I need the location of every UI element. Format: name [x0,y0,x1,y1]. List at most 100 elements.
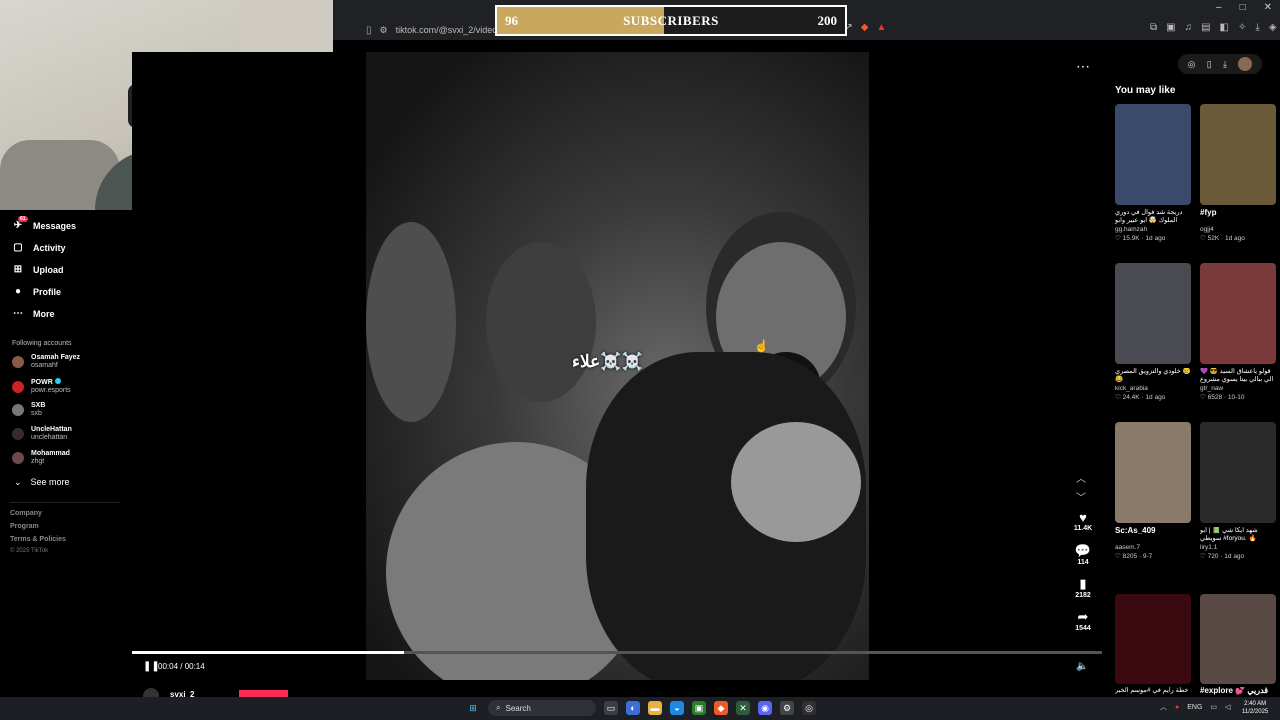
subscriber-target: 200 [817,13,838,28]
card-caption: شهد ايكا شي 📗 | ابو سويطي #foryou. 🔥 [1200,527,1258,542]
media-icon[interactable]: ♫ [1185,22,1193,33]
footer-link-terms[interactable]: Terms & Policies [10,536,66,543]
brave-shield-icon[interactable]: ◆ [861,22,869,33]
bookmark-icon[interactable]: ▯ [366,25,372,36]
account-handle: zhgt [31,458,45,465]
search-label: Search [505,703,531,713]
taskbar-apps: ⊞ ⌕ Search ▭ ◐ ▬ ◒ ▣ ◆ ✕ ◉ ⚙ ◎ [466,700,816,716]
see-more-label: See more [30,477,70,487]
store-icon[interactable]: ▣ [692,701,706,715]
recommendation-card[interactable]: Sc:As_409 aasem.7 ♡ 8205 · 9-7 [1115,422,1191,561]
video-figure-center [486,242,596,402]
tune-icon[interactable]: ⚙ [380,25,388,36]
avatar [12,428,24,440]
recommendation-card[interactable]: خلودي والتزويق المصري 😢 😂 kick_arabia ♡ … [1115,263,1191,402]
search-icon: ⌕ [496,703,501,712]
bookmark-button[interactable]: ▮ 2182 [1068,576,1098,599]
chevron-down-icon[interactable]: ﹀ [1076,489,1086,504]
user-avatar[interactable] [1238,57,1253,71]
taskbar-clock[interactable]: 2:40 AM 11/2/2025 [1242,700,1268,716]
following-account[interactable]: Osamah Fayez osamahf [12,354,80,370]
clock-time: 2:40 AM [1244,701,1267,707]
see-more-button[interactable]: ⌄ See more [14,477,70,488]
download-icon[interactable]: ⤓ [1255,22,1259,33]
compass-icon[interactable]: ◎ [1188,59,1196,70]
recommendation-card[interactable]: #explore 💕 قدريي [1200,594,1276,703]
following-account[interactable]: Mohammad zhgt [12,450,70,466]
vpn-icon[interactable]: ◈ [1269,22,1277,33]
nav-activity[interactable]: ▢ Activity [12,242,65,253]
volume-icon[interactable]: 🔈 [1076,661,1088,672]
comment-count: 114 [1077,559,1089,566]
discord-icon[interactable]: ◉ [758,701,772,715]
recommendation-card[interactable]: شهد ايكا شي 📗 | ابو سويطي #foryou. 🔥 lir… [1200,422,1276,561]
card-age: 1d ago [1224,553,1245,560]
account-name: Mohammad [31,450,70,457]
more-options-icon[interactable]: ⋯ [1076,58,1091,75]
maximize-button[interactable]: □ [1240,2,1246,13]
card-caption: #fyp [1200,209,1217,217]
taskbar-search[interactable]: ⌕ Search [488,700,596,716]
video-progress-bar[interactable] [132,651,1102,654]
card-likes: 52K [1207,235,1220,242]
brave-rewards-icon[interactable]: ▲ [876,22,886,33]
nav-messages[interactable]: ✈ 61 Messages [12,216,76,231]
footer-link-company[interactable]: Company [10,510,42,517]
task-view-icon[interactable]: ▭ [604,701,618,715]
recommendation-card[interactable]: 💜 قولو ياعشاق السيد 😎 الي ببالي بيتا يسو… [1200,263,1276,402]
following-account[interactable]: UncleHattan unclehattan [12,426,72,442]
close-window-button[interactable]: ✕ [1264,2,1272,13]
leo-icon[interactable]: ✧ [1238,22,1246,33]
recommendation-card[interactable]: دريجة شد فوال في دوري الملوك 🤯 ابو عبير … [1115,104,1191,243]
share-button[interactable]: ➦ 1544 [1068,609,1098,632]
settings-icon[interactable]: ⚙ [780,701,794,715]
card-age: 1d ago [1225,235,1245,242]
sidebar-toggle-icon[interactable]: ◧ [1220,22,1229,33]
wallet-icon[interactable]: ▣ [1166,22,1175,33]
chevron-up-icon[interactable]: ︿ [1076,470,1086,485]
bookmark-icon: ▮ [1079,576,1087,591]
edge-icon[interactable]: ◒ [670,701,684,715]
account-name: SXB [31,402,46,409]
following-account[interactable]: POWR powr.esports [12,378,71,395]
minimize-button[interactable]: – [1216,2,1222,13]
recommendation-card[interactable]: خطة رايم في #موسم الخبر [1115,594,1191,703]
nav-profile[interactable]: ● Profile [12,286,61,297]
windows-start-icon[interactable]: ⊞ [466,701,480,715]
tray-chevron-icon[interactable]: ︿ [1160,702,1167,712]
video-progress-fill [132,651,404,654]
card-caption: Sc:As_409 [1115,527,1156,535]
obs-icon[interactable]: ◎ [802,701,816,715]
video-figure-hand [731,422,861,542]
xbox-icon[interactable]: ✕ [736,701,750,715]
paper-plane-icon: ✈ 61 [13,216,28,231]
heart-icon: ♡ [1200,553,1206,560]
comment-button[interactable]: 💬 114 [1068,543,1098,566]
nav-upload[interactable]: ⊞ Upload [12,264,64,275]
thumbnail [1115,594,1191,684]
card-likes: 15.9K [1122,235,1140,242]
extensions-icon[interactable]: ⧉ [1150,22,1157,33]
nav-more[interactable]: ⋯ More [12,308,55,319]
window-controls: – □ ✕ [1216,2,1272,13]
brave-icon[interactable]: ◆ [714,701,728,715]
nav-label: More [33,308,55,319]
copilot-icon[interactable]: ◐ [626,701,640,715]
language-indicator[interactable]: ENG [1187,704,1202,711]
card-user: gg.hamzah [1115,226,1148,233]
like-button[interactable]: ♥ 11.4K [1068,510,1098,532]
download-icon[interactable]: ⤓ [1223,59,1227,70]
file-explorer-icon[interactable]: ▬ [648,701,662,715]
reader-icon[interactable]: ▤ [1201,22,1210,33]
phone-icon[interactable]: ▯ [1207,59,1212,70]
card-user: kick_arabia [1115,385,1148,392]
comment-icon: 💬 [1074,543,1092,558]
network-icon[interactable]: ▭ [1210,703,1217,711]
footer-link-program[interactable]: Program [10,523,39,530]
volume-tray-icon[interactable]: ◁ [1225,703,1230,711]
microphone-icon[interactable]: ● [1175,704,1179,711]
recommendation-card[interactable]: #fyp ogjj4 ♡ 52K · 1d ago [1200,104,1276,243]
like-count: 11.4K [1073,525,1093,532]
following-account[interactable]: SXB sxb [12,402,45,418]
account-handle: powr.esports [31,387,71,394]
